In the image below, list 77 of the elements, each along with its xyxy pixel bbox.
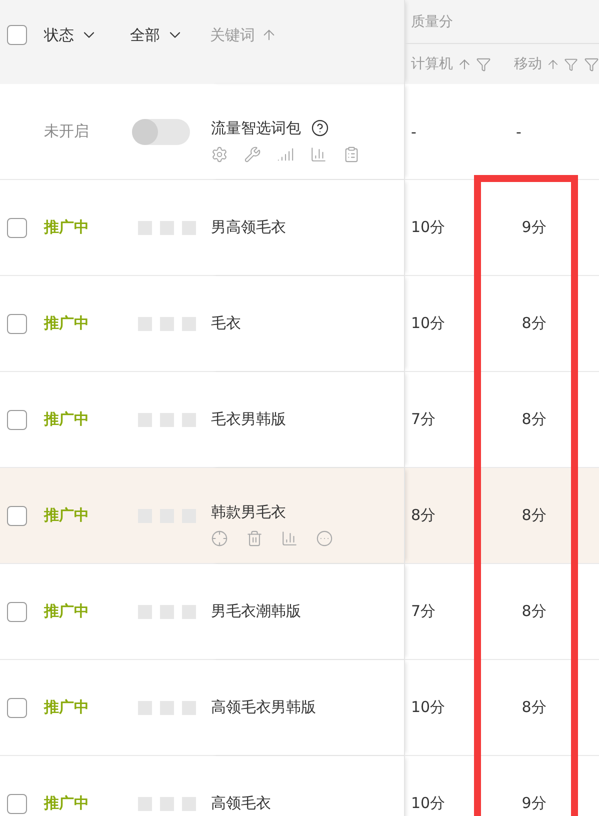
redacted-block xyxy=(160,796,174,810)
table-cell: 10分 xyxy=(411,314,446,333)
table-cell: - xyxy=(411,122,416,140)
keyword-text: 男高领毛衣 xyxy=(211,218,286,237)
redacted-block xyxy=(138,220,152,234)
table-cell: 7分 xyxy=(411,602,436,621)
redacted-block xyxy=(138,700,152,714)
checkbox[interactable] xyxy=(7,794,27,814)
table-cell: 8分 xyxy=(522,410,546,429)
redacted-block xyxy=(160,700,174,714)
table-cell: - xyxy=(516,122,522,140)
redacted-block xyxy=(182,220,196,234)
status-text: 推广中 xyxy=(44,794,89,813)
filter-icon[interactable] xyxy=(584,56,599,72)
status-text: 推广中 xyxy=(44,506,89,525)
column-header[interactable]: 全部 xyxy=(130,26,160,44)
keyword-text: 高领毛衣 xyxy=(211,794,271,813)
redacted-block xyxy=(138,604,152,618)
settings-icon[interactable] xyxy=(211,146,228,162)
table-cell: 9分 xyxy=(522,218,546,237)
checkbox[interactable] xyxy=(7,25,27,45)
table-cell: 10分 xyxy=(411,794,446,813)
redacted-block xyxy=(182,700,196,714)
redacted-block xyxy=(160,220,174,234)
keyword-text: 韩款男毛衣 xyxy=(211,502,286,522)
wrench-icon[interactable] xyxy=(244,146,261,162)
redacted-block xyxy=(138,796,152,810)
checkbox[interactable] xyxy=(7,602,27,622)
table-cell: 10分 xyxy=(411,698,446,717)
redacted-block xyxy=(160,604,174,618)
column-header[interactable]: 关键词 xyxy=(210,26,255,44)
status-text: 推广中 xyxy=(44,218,89,237)
keyword-text: 毛衣 xyxy=(211,314,241,333)
checkbox[interactable] xyxy=(7,506,27,526)
bar-chart-icon[interactable] xyxy=(310,146,327,162)
trash-icon[interactable] xyxy=(246,530,263,546)
redacted-block xyxy=(182,796,196,810)
checkbox[interactable] xyxy=(7,698,27,718)
status-text: 未开启 xyxy=(44,122,89,141)
redacted-block xyxy=(138,412,152,426)
redacted-block xyxy=(138,316,152,330)
table-cell: 8分 xyxy=(411,506,436,525)
table-cell: 8分 xyxy=(522,602,546,621)
redacted-block xyxy=(160,316,174,330)
redacted-block xyxy=(182,604,196,618)
toggle-switch[interactable] xyxy=(132,118,190,144)
keyword-text: 高领毛衣男韩版 xyxy=(211,698,316,717)
checkbox[interactable] xyxy=(7,410,27,430)
help-icon[interactable] xyxy=(311,119,329,137)
status-text: 推广中 xyxy=(44,314,89,333)
table-cell: 9分 xyxy=(522,794,546,813)
keyword-text: 毛衣男韩版 xyxy=(211,410,286,429)
column-header[interactable]: 状态 xyxy=(44,26,74,44)
filter-icon[interactable] xyxy=(564,56,578,72)
table-cell: 7分 xyxy=(411,410,436,429)
redacted-block xyxy=(182,316,196,330)
checkbox[interactable] xyxy=(7,314,27,334)
crosshair-icon[interactable] xyxy=(211,530,228,546)
status-text: 推广中 xyxy=(44,698,89,717)
status-text: 推广中 xyxy=(44,410,89,429)
redacted-block xyxy=(160,412,174,426)
status-text: 推广中 xyxy=(44,602,89,621)
table-cell: 8分 xyxy=(522,506,546,525)
filter-icon[interactable] xyxy=(476,56,491,72)
keyword-text: 男毛衣潮韩版 xyxy=(211,602,301,621)
table-cell: 8分 xyxy=(522,698,546,717)
checkbox[interactable] xyxy=(7,218,27,238)
more-icon[interactable] xyxy=(316,530,333,546)
package-name: 流量智选词包 xyxy=(211,118,301,138)
clipboard-icon[interactable] xyxy=(343,146,360,162)
column-header[interactable]: 计算机 xyxy=(411,55,453,73)
redacted-block xyxy=(182,412,196,426)
group-header: 质量分 xyxy=(405,0,599,44)
table-cell: 10分 xyxy=(411,218,446,237)
table-cell: 8分 xyxy=(522,314,546,333)
column-header[interactable]: 移动 xyxy=(514,55,542,73)
bar-chart-icon[interactable] xyxy=(281,530,298,546)
